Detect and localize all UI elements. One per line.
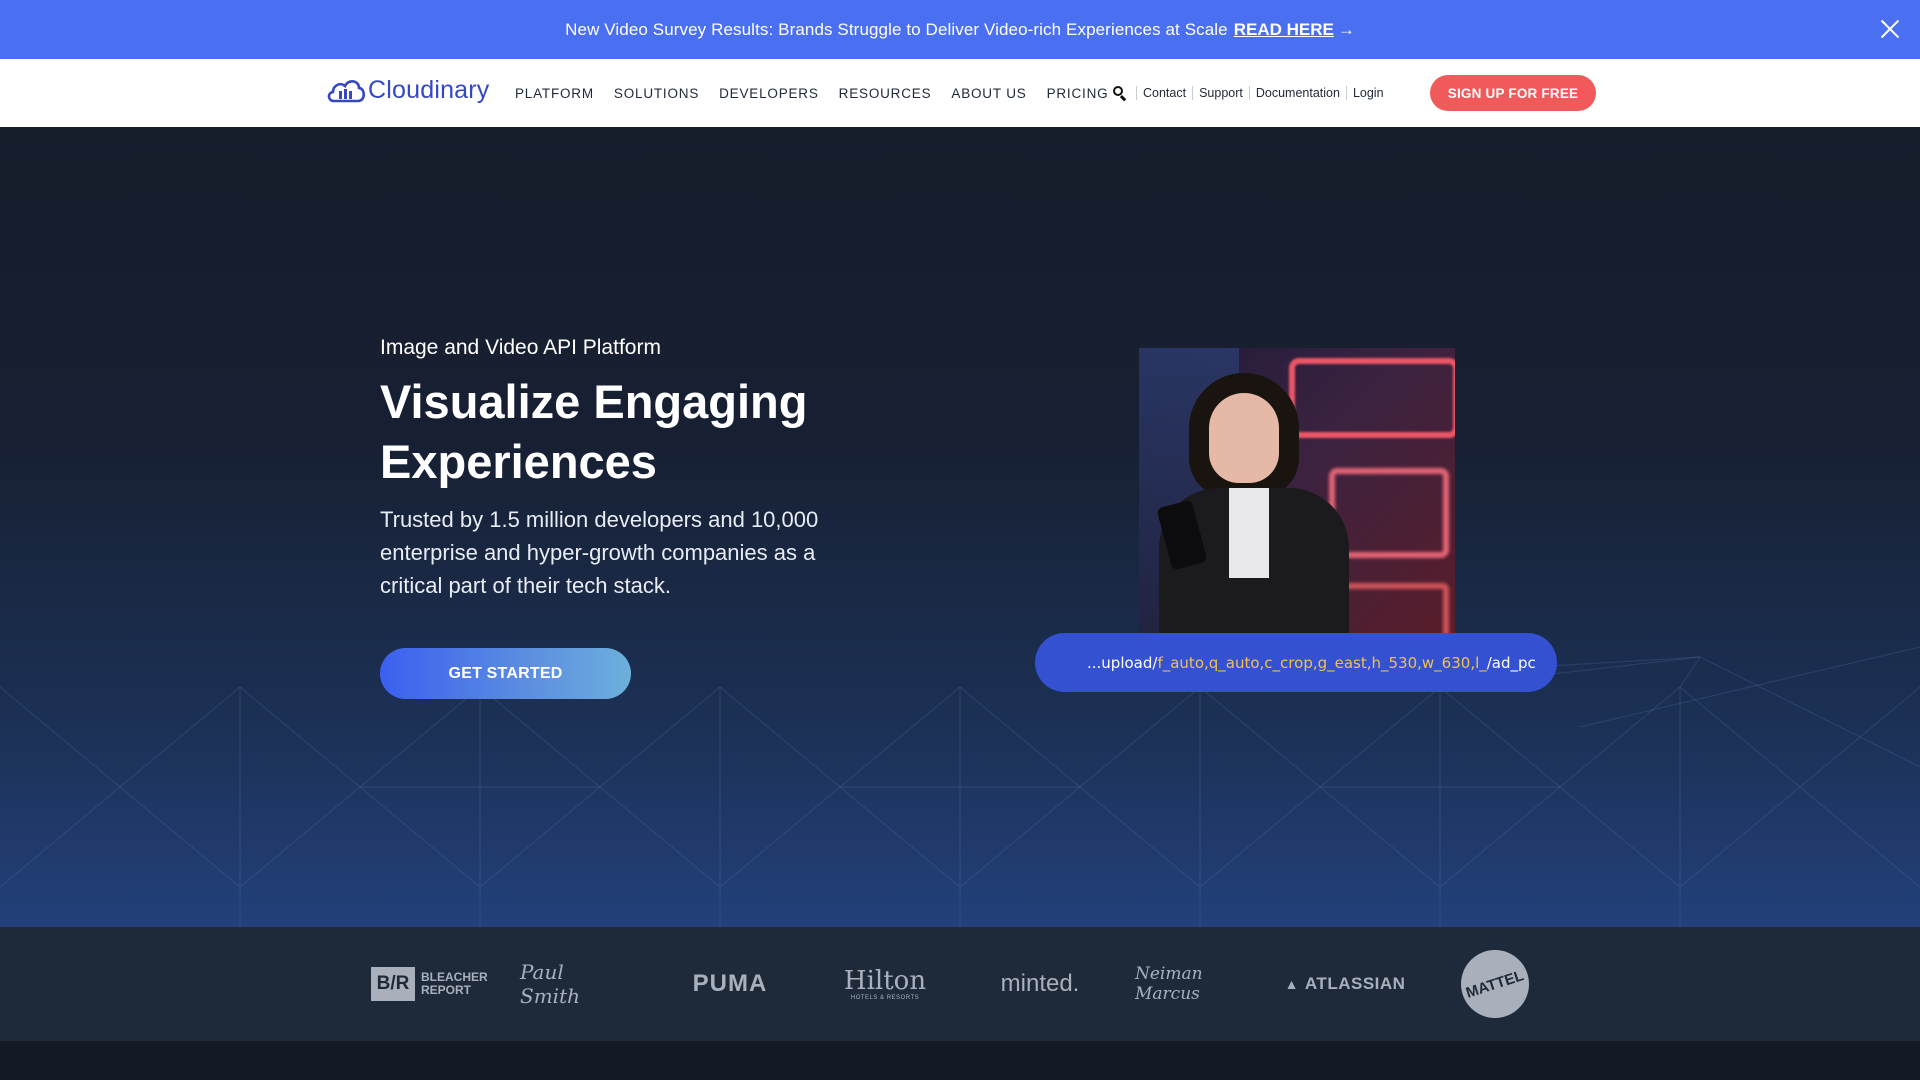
cloud-icon [327, 80, 366, 103]
logo-wordmark: Cloudinary [368, 75, 490, 104]
hero-section: Image and Video API Platform Visualize E… [0, 127, 1920, 927]
hero-eyebrow: Image and Video API Platform [380, 336, 661, 359]
logo-bleacher-report: B/R BLEACHER REPORT [370, 927, 488, 1041]
page-bottom [0, 1041, 1920, 1080]
read-here-link[interactable]: READ HERE [1234, 20, 1334, 40]
sign-up-button[interactable]: SIGN UP FOR FREE [1430, 75, 1596, 111]
atlassian-text: ATLASSIAN [1304, 974, 1406, 993]
transformation-url-bar[interactable]: ...upload/f_auto,q_auto,c_crop,g_east,h_… [1035, 633, 1557, 692]
logo-mattel: MATTEL [1455, 927, 1535, 1041]
url-text: ...upload/f_auto,q_auto,c_crop,g_east,h_… [1087, 654, 1536, 672]
nav-solutions[interactable]: SOLUTIONS [614, 86, 699, 101]
logo-atlassian: ▲ ATLASSIAN [1280, 927, 1410, 1041]
arrow-right-icon[interactable]: → [1338, 20, 1355, 40]
nav-resources[interactable]: RESOURCES [839, 86, 932, 101]
cloudinary-logo[interactable]: Cloudinary [326, 75, 490, 105]
hilton-text: Hilton [843, 966, 927, 996]
logo-hilton: Hilton HOTELS & RESORTS [835, 927, 935, 1041]
logo-puma: PUMA [692, 970, 768, 997]
bleacher-text: BLEACHER REPORT [421, 970, 488, 997]
hilton-sub: HOTELS & RESORTS [850, 995, 920, 1001]
announcement-bar: New Video Survey Results: Brands Struggl… [0, 0, 1920, 59]
support-link[interactable]: Support [1192, 86, 1249, 100]
bleacher-mark: B/R [371, 967, 415, 1001]
nav-platform[interactable]: PLATFORM [515, 86, 594, 101]
close-icon[interactable] [1874, 13, 1906, 45]
announcement-message: New Video Survey Results: Brands Struggl… [565, 19, 1228, 39]
customer-logos: B/R BLEACHER REPORT Paul Smith PUMA Hilt… [0, 927, 1920, 1041]
nav-developers[interactable]: DEVELOPERS [719, 86, 819, 101]
get-started-button[interactable]: GET STARTED [380, 648, 631, 699]
hero-photo [1139, 348, 1455, 634]
utility-nav: Contact Support Documentation Login [1112, 59, 1390, 127]
url-params: f_auto,q_auto,c_crop,g_east,h_530,w_630,… [1157, 653, 1487, 672]
main-nav: PLATFORM SOLUTIONS DEVELOPERS RESOURCES … [515, 59, 1128, 127]
url-suffix: /ad_pc [1486, 653, 1536, 672]
mattel-text: MATTEL [1463, 966, 1527, 1002]
nav-about-us[interactable]: ABOUT US [951, 86, 1026, 101]
login-link[interactable]: Login [1345, 86, 1390, 100]
hero-subtext: Trusted by 1.5 million developers and 10… [380, 507, 819, 598]
logo-neiman-marcus: Neiman Marcus [1135, 964, 1203, 1004]
logo-minted: minted. [1000, 970, 1080, 997]
site-header: Cloudinary PLATFORM SOLUTIONS DEVELOPERS… [0, 59, 1920, 127]
logo-paul-smith: Paul Smith [520, 960, 580, 1008]
documentation-link[interactable]: Documentation [1248, 86, 1346, 100]
nav-pricing[interactable]: PRICING [1047, 86, 1109, 101]
url-prefix: ...upload/ [1087, 653, 1158, 672]
search-icon[interactable] [1112, 85, 1128, 102]
contact-link[interactable]: Contact [1136, 86, 1192, 100]
atlassian-mark-icon: ▲ [1284, 976, 1299, 992]
hero-headline: Visualize Engaging Experiences [380, 375, 808, 488]
background-lattice [0, 646, 1920, 927]
